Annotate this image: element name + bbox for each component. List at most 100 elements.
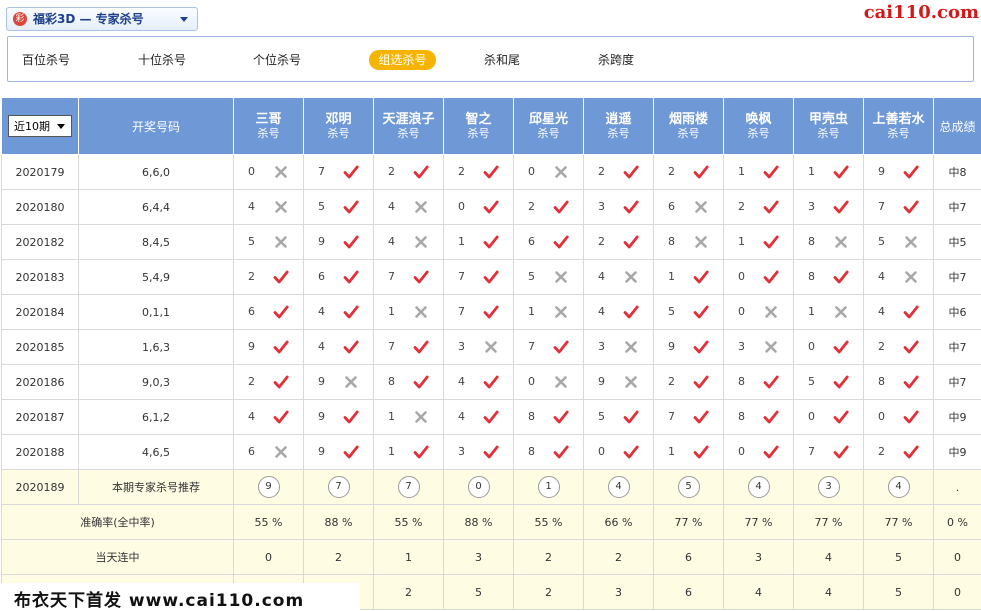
pick-wrap: 2 bbox=[725, 191, 793, 224]
pick-number: 2 bbox=[878, 340, 885, 353]
pick-cell: 5 bbox=[513, 259, 584, 295]
table-row: 2020180 6,4,4 4 5 4 0 2 3 6 2 3 7 中7 bbox=[1, 189, 981, 225]
expert-header: 三哥 杀号 bbox=[233, 97, 304, 155]
pick-cell: 4 bbox=[863, 294, 934, 330]
pick-wrap: 2 bbox=[865, 331, 933, 364]
check-icon bbox=[763, 445, 779, 459]
pick-wrap: 2 bbox=[515, 191, 583, 224]
stat-value: 4 bbox=[723, 574, 794, 610]
pick-wrap: 5 bbox=[585, 401, 653, 434]
pick-wrap: 1 bbox=[655, 436, 723, 469]
expert-subtitle: 杀号 bbox=[257, 127, 280, 140]
pick-number: 2 bbox=[878, 445, 885, 458]
expert-header: 邱星光 杀号 bbox=[513, 97, 584, 155]
cross-icon bbox=[275, 201, 287, 213]
pick-number: 8 bbox=[528, 410, 535, 423]
period-cell: 2020187 bbox=[1, 399, 79, 435]
pick-number: 4 bbox=[388, 200, 395, 213]
check-icon bbox=[343, 270, 359, 284]
pick-cell: 6 bbox=[303, 259, 374, 295]
pick-number: 2 bbox=[458, 165, 465, 178]
pick-wrap: 7 bbox=[445, 296, 513, 329]
recommend-cell: 1 bbox=[513, 469, 584, 505]
check-icon bbox=[413, 165, 429, 179]
pick-wrap: 4 bbox=[305, 331, 373, 364]
pick-number: 9 bbox=[318, 410, 325, 423]
period-select-label: 近10期 bbox=[14, 120, 50, 133]
pick-number: 4 bbox=[598, 270, 605, 283]
check-icon bbox=[903, 200, 919, 214]
check-icon bbox=[483, 445, 499, 459]
pick-number: 1 bbox=[808, 305, 815, 318]
expert-name: 唤枫 bbox=[745, 112, 772, 127]
tab-group-kill[interactable]: 组选杀号 bbox=[369, 50, 436, 70]
cross-icon bbox=[765, 306, 777, 318]
pick-number: 7 bbox=[458, 270, 465, 283]
expert-subtitle: 杀号 bbox=[747, 127, 770, 140]
check-icon bbox=[343, 200, 359, 214]
pick-wrap: 7 bbox=[655, 401, 723, 434]
pick-number: 9 bbox=[668, 340, 675, 353]
draw-number-cell: 6,4,4 bbox=[78, 189, 234, 225]
pick-cell: 9 bbox=[653, 329, 724, 365]
pick-wrap: 3 bbox=[795, 191, 863, 224]
pick-number: 4 bbox=[248, 200, 255, 213]
pick-cell: 9 bbox=[303, 364, 374, 400]
tab-hundreds-kill[interactable]: 百位杀号 bbox=[22, 50, 70, 70]
pick-number: 1 bbox=[808, 165, 815, 178]
pick-cell: 9 bbox=[303, 224, 374, 260]
cross-icon bbox=[625, 271, 637, 283]
lottery-select-label: 福彩3D — 专家杀号 bbox=[33, 12, 144, 26]
lottery-select[interactable]: 彩 福彩3D — 专家杀号 bbox=[6, 7, 198, 31]
cross-icon bbox=[625, 341, 637, 353]
tab-sum-tail-kill[interactable]: 杀和尾 bbox=[484, 50, 520, 70]
expert-header: 天涯浪子 杀号 bbox=[373, 97, 444, 155]
pick-wrap: 9 bbox=[305, 226, 373, 259]
pick-wrap: 4 bbox=[585, 261, 653, 294]
site-logo: cai110.com bbox=[863, 2, 979, 23]
pick-number: 7 bbox=[458, 305, 465, 318]
pick-wrap: 7 bbox=[515, 331, 583, 364]
pick-wrap: 3 bbox=[585, 191, 653, 224]
recommend-cell: 9 bbox=[233, 469, 304, 505]
period-select[interactable]: 近10期 bbox=[8, 115, 72, 137]
watermark-text: 布衣天下首发 www.cai110.com bbox=[14, 591, 305, 611]
draw-number-cell: 4,6,5 bbox=[78, 434, 234, 470]
cross-icon bbox=[555, 376, 567, 388]
table-row: 2020182 8,4,5 5 9 4 1 6 2 8 1 8 5 中5 bbox=[1, 224, 981, 260]
stat-value: 2 bbox=[373, 574, 444, 610]
table-row: 2020186 9,0,3 2 9 8 4 0 9 2 8 5 8 中7 bbox=[1, 364, 981, 400]
check-icon bbox=[623, 305, 639, 319]
tab-span-kill[interactable]: 杀跨度 bbox=[598, 50, 634, 70]
pick-number: 2 bbox=[248, 270, 255, 283]
check-icon bbox=[763, 410, 779, 424]
check-icon bbox=[553, 340, 569, 354]
pick-cell: 2 bbox=[653, 364, 724, 400]
cross-icon bbox=[555, 166, 567, 178]
total-cell: . bbox=[933, 469, 981, 505]
stat-value: 55 % bbox=[513, 504, 584, 540]
pick-number: 0 bbox=[528, 375, 535, 388]
stat-value: 4 bbox=[793, 539, 864, 575]
tab-tens-kill[interactable]: 十位杀号 bbox=[138, 50, 186, 70]
pick-wrap: 5 bbox=[305, 191, 373, 224]
tab-units-kill[interactable]: 个位杀号 bbox=[253, 50, 301, 70]
pick-wrap: 3 bbox=[445, 436, 513, 469]
check-icon bbox=[483, 200, 499, 214]
pick-number: 0 bbox=[738, 445, 745, 458]
recommend-number: 4 bbox=[747, 476, 770, 498]
check-icon bbox=[483, 165, 499, 179]
period-select-cell: 近10期 bbox=[1, 97, 79, 155]
pick-cell: 2 bbox=[443, 154, 514, 190]
expert-subtitle: 杀号 bbox=[887, 127, 910, 140]
pick-wrap: 9 bbox=[305, 366, 373, 399]
pick-number: 1 bbox=[458, 235, 465, 248]
period-cell: 2020185 bbox=[1, 329, 79, 365]
top-bar: 彩 福彩3D — 专家杀号 cai110.com bbox=[0, 0, 981, 36]
pick-wrap: 0 bbox=[235, 156, 303, 189]
pick-cell: 0 bbox=[513, 364, 584, 400]
pick-wrap: 9 bbox=[585, 366, 653, 399]
pick-wrap: 1 bbox=[795, 296, 863, 329]
pick-cell: 8 bbox=[723, 399, 794, 435]
table-row: 2020184 0,1,1 6 4 1 7 1 4 5 0 1 4 中6 bbox=[1, 294, 981, 330]
